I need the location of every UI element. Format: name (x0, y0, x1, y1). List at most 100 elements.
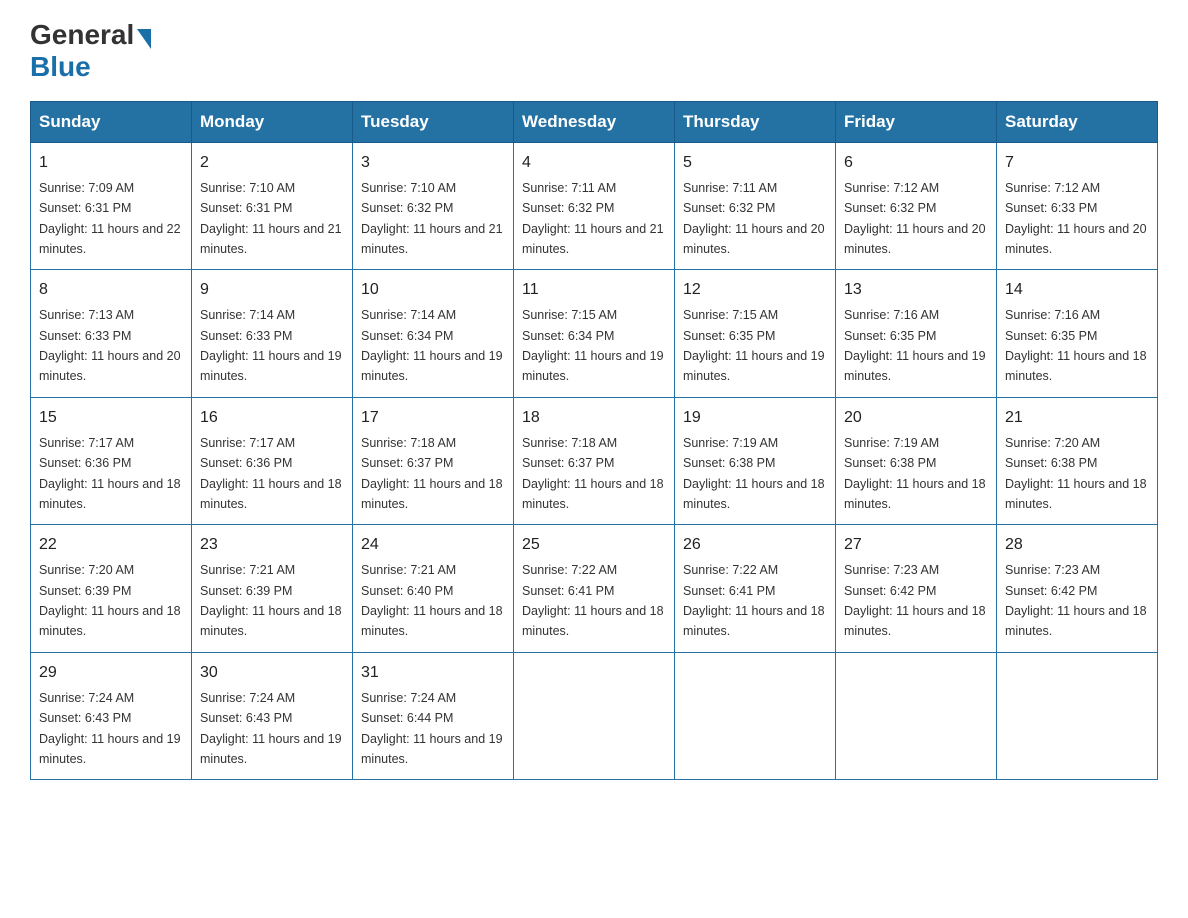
calendar-cell: 3 Sunrise: 7:10 AM Sunset: 6:32 PM Dayli… (353, 142, 514, 270)
page-header: General Blue (30, 20, 1158, 83)
day-info: Sunrise: 7:11 AM Sunset: 6:32 PM Dayligh… (522, 181, 664, 256)
day-info: Sunrise: 7:09 AM Sunset: 6:31 PM Dayligh… (39, 181, 181, 256)
day-number: 8 (39, 278, 183, 302)
day-info: Sunrise: 7:21 AM Sunset: 6:40 PM Dayligh… (361, 563, 503, 638)
day-info: Sunrise: 7:14 AM Sunset: 6:34 PM Dayligh… (361, 308, 503, 383)
day-info: Sunrise: 7:13 AM Sunset: 6:33 PM Dayligh… (39, 308, 181, 383)
day-number: 30 (200, 661, 344, 685)
day-number: 17 (361, 406, 505, 430)
day-number: 4 (522, 151, 666, 175)
calendar-cell: 9 Sunrise: 7:14 AM Sunset: 6:33 PM Dayli… (192, 270, 353, 398)
calendar-cell: 4 Sunrise: 7:11 AM Sunset: 6:32 PM Dayli… (514, 142, 675, 270)
logo-general: General (30, 20, 134, 51)
calendar-header-saturday: Saturday (997, 101, 1158, 142)
calendar-week-3: 15 Sunrise: 7:17 AM Sunset: 6:36 PM Dayl… (31, 397, 1158, 525)
calendar-cell: 25 Sunrise: 7:22 AM Sunset: 6:41 PM Dayl… (514, 525, 675, 653)
day-number: 9 (200, 278, 344, 302)
logo-line2: Blue (30, 51, 91, 83)
calendar-cell: 1 Sunrise: 7:09 AM Sunset: 6:31 PM Dayli… (31, 142, 192, 270)
calendar-cell: 28 Sunrise: 7:23 AM Sunset: 6:42 PM Dayl… (997, 525, 1158, 653)
calendar-cell (836, 652, 997, 780)
day-info: Sunrise: 7:23 AM Sunset: 6:42 PM Dayligh… (844, 563, 986, 638)
calendar-cell: 31 Sunrise: 7:24 AM Sunset: 6:44 PM Dayl… (353, 652, 514, 780)
calendar-cell: 18 Sunrise: 7:18 AM Sunset: 6:37 PM Dayl… (514, 397, 675, 525)
day-number: 12 (683, 278, 827, 302)
day-number: 13 (844, 278, 988, 302)
day-info: Sunrise: 7:15 AM Sunset: 6:34 PM Dayligh… (522, 308, 664, 383)
day-number: 24 (361, 533, 505, 557)
calendar-cell: 8 Sunrise: 7:13 AM Sunset: 6:33 PM Dayli… (31, 270, 192, 398)
calendar-week-4: 22 Sunrise: 7:20 AM Sunset: 6:39 PM Dayl… (31, 525, 1158, 653)
day-info: Sunrise: 7:14 AM Sunset: 6:33 PM Dayligh… (200, 308, 342, 383)
day-number: 5 (683, 151, 827, 175)
calendar-cell: 29 Sunrise: 7:24 AM Sunset: 6:43 PM Dayl… (31, 652, 192, 780)
day-info: Sunrise: 7:19 AM Sunset: 6:38 PM Dayligh… (844, 436, 986, 511)
calendar-week-2: 8 Sunrise: 7:13 AM Sunset: 6:33 PM Dayli… (31, 270, 1158, 398)
calendar-cell: 16 Sunrise: 7:17 AM Sunset: 6:36 PM Dayl… (192, 397, 353, 525)
day-number: 26 (683, 533, 827, 557)
day-info: Sunrise: 7:20 AM Sunset: 6:38 PM Dayligh… (1005, 436, 1147, 511)
calendar-cell: 30 Sunrise: 7:24 AM Sunset: 6:43 PM Dayl… (192, 652, 353, 780)
calendar-cell: 27 Sunrise: 7:23 AM Sunset: 6:42 PM Dayl… (836, 525, 997, 653)
day-info: Sunrise: 7:10 AM Sunset: 6:32 PM Dayligh… (361, 181, 503, 256)
calendar-cell: 6 Sunrise: 7:12 AM Sunset: 6:32 PM Dayli… (836, 142, 997, 270)
day-number: 27 (844, 533, 988, 557)
calendar-cell: 13 Sunrise: 7:16 AM Sunset: 6:35 PM Dayl… (836, 270, 997, 398)
day-number: 22 (39, 533, 183, 557)
day-info: Sunrise: 7:17 AM Sunset: 6:36 PM Dayligh… (39, 436, 181, 511)
day-number: 28 (1005, 533, 1149, 557)
day-info: Sunrise: 7:18 AM Sunset: 6:37 PM Dayligh… (361, 436, 503, 511)
day-number: 29 (39, 661, 183, 685)
day-info: Sunrise: 7:22 AM Sunset: 6:41 PM Dayligh… (683, 563, 825, 638)
calendar-cell: 5 Sunrise: 7:11 AM Sunset: 6:32 PM Dayli… (675, 142, 836, 270)
calendar-cell: 2 Sunrise: 7:10 AM Sunset: 6:31 PM Dayli… (192, 142, 353, 270)
logo-line1: General (30, 20, 151, 51)
calendar-header-tuesday: Tuesday (353, 101, 514, 142)
calendar-cell: 10 Sunrise: 7:14 AM Sunset: 6:34 PM Dayl… (353, 270, 514, 398)
day-info: Sunrise: 7:15 AM Sunset: 6:35 PM Dayligh… (683, 308, 825, 383)
calendar-header-thursday: Thursday (675, 101, 836, 142)
calendar-header-monday: Monday (192, 101, 353, 142)
day-number: 20 (844, 406, 988, 430)
day-number: 18 (522, 406, 666, 430)
day-info: Sunrise: 7:16 AM Sunset: 6:35 PM Dayligh… (844, 308, 986, 383)
day-info: Sunrise: 7:19 AM Sunset: 6:38 PM Dayligh… (683, 436, 825, 511)
day-number: 19 (683, 406, 827, 430)
day-info: Sunrise: 7:20 AM Sunset: 6:39 PM Dayligh… (39, 563, 181, 638)
calendar-cell: 17 Sunrise: 7:18 AM Sunset: 6:37 PM Dayl… (353, 397, 514, 525)
day-number: 23 (200, 533, 344, 557)
calendar-cell: 14 Sunrise: 7:16 AM Sunset: 6:35 PM Dayl… (997, 270, 1158, 398)
calendar-cell: 23 Sunrise: 7:21 AM Sunset: 6:39 PM Dayl… (192, 525, 353, 653)
day-number: 10 (361, 278, 505, 302)
calendar-cell: 15 Sunrise: 7:17 AM Sunset: 6:36 PM Dayl… (31, 397, 192, 525)
day-number: 21 (1005, 406, 1149, 430)
day-info: Sunrise: 7:18 AM Sunset: 6:37 PM Dayligh… (522, 436, 664, 511)
calendar-header-row: SundayMondayTuesdayWednesdayThursdayFrid… (31, 101, 1158, 142)
day-info: Sunrise: 7:12 AM Sunset: 6:33 PM Dayligh… (1005, 181, 1147, 256)
calendar-header-friday: Friday (836, 101, 997, 142)
calendar-week-1: 1 Sunrise: 7:09 AM Sunset: 6:31 PM Dayli… (31, 142, 1158, 270)
day-info: Sunrise: 7:24 AM Sunset: 6:44 PM Dayligh… (361, 691, 503, 766)
logo-area: General Blue (30, 20, 151, 83)
calendar-header-wednesday: Wednesday (514, 101, 675, 142)
day-info: Sunrise: 7:10 AM Sunset: 6:31 PM Dayligh… (200, 181, 342, 256)
calendar-cell: 12 Sunrise: 7:15 AM Sunset: 6:35 PM Dayl… (675, 270, 836, 398)
calendar-cell: 20 Sunrise: 7:19 AM Sunset: 6:38 PM Dayl… (836, 397, 997, 525)
day-info: Sunrise: 7:11 AM Sunset: 6:32 PM Dayligh… (683, 181, 825, 256)
day-number: 7 (1005, 151, 1149, 175)
day-info: Sunrise: 7:24 AM Sunset: 6:43 PM Dayligh… (200, 691, 342, 766)
day-number: 3 (361, 151, 505, 175)
day-info: Sunrise: 7:21 AM Sunset: 6:39 PM Dayligh… (200, 563, 342, 638)
calendar-week-5: 29 Sunrise: 7:24 AM Sunset: 6:43 PM Dayl… (31, 652, 1158, 780)
day-number: 2 (200, 151, 344, 175)
logo-arrow-icon (137, 29, 151, 49)
day-info: Sunrise: 7:22 AM Sunset: 6:41 PM Dayligh… (522, 563, 664, 638)
logo-blue: Blue (30, 51, 91, 82)
day-number: 6 (844, 151, 988, 175)
calendar-cell: 22 Sunrise: 7:20 AM Sunset: 6:39 PM Dayl… (31, 525, 192, 653)
day-number: 14 (1005, 278, 1149, 302)
calendar-cell: 26 Sunrise: 7:22 AM Sunset: 6:41 PM Dayl… (675, 525, 836, 653)
calendar-cell: 11 Sunrise: 7:15 AM Sunset: 6:34 PM Dayl… (514, 270, 675, 398)
day-info: Sunrise: 7:24 AM Sunset: 6:43 PM Dayligh… (39, 691, 181, 766)
day-number: 15 (39, 406, 183, 430)
